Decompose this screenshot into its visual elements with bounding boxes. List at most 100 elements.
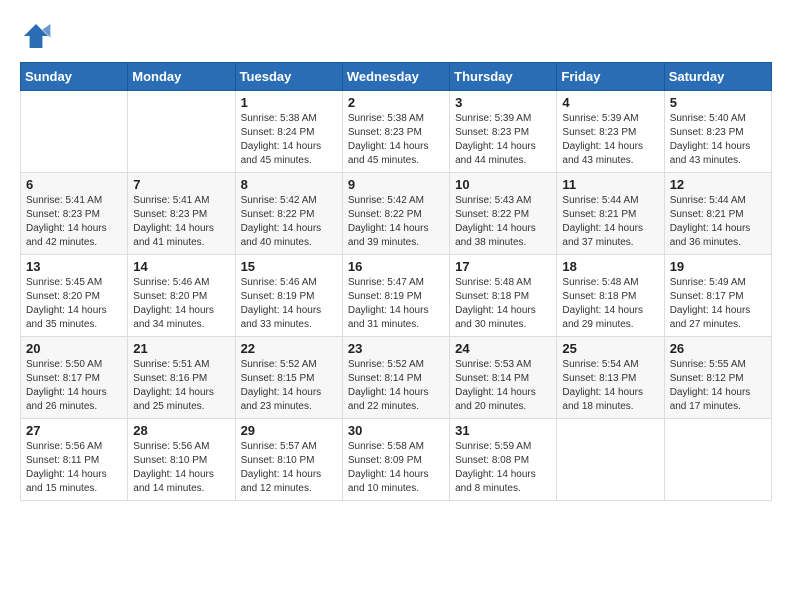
day-info: Sunrise: 5:44 AMSunset: 8:21 PMDaylight:…	[562, 194, 658, 250]
calendar-cell: 26Sunrise: 5:55 AMSunset: 8:12 PMDayligh…	[664, 337, 771, 419]
day-number: 30	[348, 423, 444, 438]
day-number: 17	[455, 259, 551, 274]
day-info: Sunrise: 5:40 AMSunset: 8:23 PMDaylight:…	[670, 112, 766, 168]
calendar-cell: 7Sunrise: 5:41 AMSunset: 8:23 PMDaylight…	[128, 173, 235, 255]
day-header-sunday: Sunday	[21, 63, 128, 91]
day-header-wednesday: Wednesday	[342, 63, 449, 91]
calendar-cell: 30 Sunrise: 5:58 AMSunset: 8:09 PMDayligh…	[342, 419, 449, 501]
calendar-cell: 8 Sunrise: 5:42 AMSunset: 8:22 PMDaylight…	[235, 173, 342, 255]
day-info: Sunrise: 5:42 AMSunset: 8:22 PMDaylight:…	[348, 194, 444, 250]
day-info: Sunrise: 5:41 AMSunset: 8:23 PMDaylight:…	[26, 194, 122, 250]
day-info: Sunrise: 5:47 AMSunset: 8:19 PMDaylight:…	[348, 276, 444, 332]
calendar-cell: 17Sunrise: 5:48 AMSunset: 8:18 PMDayligh…	[450, 255, 557, 337]
calendar-cell: 5 Sunrise: 5:40 AMSunset: 8:23 PMDaylight…	[664, 91, 771, 173]
logo	[20, 20, 56, 52]
day-number: 5	[670, 95, 766, 110]
calendar-cell	[664, 419, 771, 501]
calendar-cell: 19Sunrise: 5:49 AMSunset: 8:17 PMDayligh…	[664, 255, 771, 337]
day-info: Sunrise: 5:57 AMSunset: 8:10 PMDaylight:…	[241, 440, 337, 496]
calendar-cell: 14 Sunrise: 5:46 AMSunset: 8:20 PMDayligh…	[128, 255, 235, 337]
day-info: Sunrise: 5:45 AMSunset: 8:20 PMDaylight:…	[26, 276, 122, 332]
calendar-cell: 15 Sunrise: 5:46 AMSunset: 8:19 PMDayligh…	[235, 255, 342, 337]
day-number: 25	[562, 341, 658, 356]
day-header-thursday: Thursday	[450, 63, 557, 91]
calendar-week-row: 20Sunrise: 5:50 AMSunset: 8:17 PMDayligh…	[21, 337, 772, 419]
page-header	[20, 20, 772, 52]
day-info: Sunrise: 5:52 AMSunset: 8:15 PMDaylight:…	[241, 358, 337, 414]
day-number: 1	[241, 95, 337, 110]
day-number: 10	[455, 177, 551, 192]
day-info: Sunrise: 5:46 AMSunset: 8:20 PMDaylight:…	[133, 276, 229, 332]
day-info: Sunrise: 5:39 AMSunset: 8:23 PMDaylight:…	[562, 112, 658, 168]
day-header-friday: Friday	[557, 63, 664, 91]
calendar-cell	[128, 91, 235, 173]
day-number: 20	[26, 341, 122, 356]
calendar-cell	[557, 419, 664, 501]
calendar-cell: 9 Sunrise: 5:42 AMSunset: 8:22 PMDaylight…	[342, 173, 449, 255]
day-number: 29	[241, 423, 337, 438]
calendar-cell: 2 Sunrise: 5:38 AMSunset: 8:23 PMDaylight…	[342, 91, 449, 173]
day-info: Sunrise: 5:41 AMSunset: 8:23 PMDaylight:…	[133, 194, 229, 250]
day-number: 12	[670, 177, 766, 192]
calendar-cell: 13Sunrise: 5:45 AMSunset: 8:20 PMDayligh…	[21, 255, 128, 337]
calendar-week-row: 6 Sunrise: 5:41 AMSunset: 8:23 PMDaylight…	[21, 173, 772, 255]
calendar-cell: 28Sunrise: 5:56 AMSunset: 8:10 PMDayligh…	[128, 419, 235, 501]
day-number: 22	[241, 341, 337, 356]
day-info: Sunrise: 5:51 AMSunset: 8:16 PMDaylight:…	[133, 358, 229, 414]
calendar-cell: 23Sunrise: 5:52 AMSunset: 8:14 PMDayligh…	[342, 337, 449, 419]
calendar-cell: 16 Sunrise: 5:47 AMSunset: 8:19 PMDayligh…	[342, 255, 449, 337]
calendar-cell: 21 Sunrise: 5:51 AMSunset: 8:16 PMDayligh…	[128, 337, 235, 419]
day-number: 21	[133, 341, 229, 356]
day-info: Sunrise: 5:38 AMSunset: 8:24 PMDaylight:…	[241, 112, 337, 168]
day-info: Sunrise: 5:53 AMSunset: 8:14 PMDaylight:…	[455, 358, 551, 414]
day-number: 4	[562, 95, 658, 110]
calendar-table: SundayMondayTuesdayWednesdayThursdayFrid…	[20, 62, 772, 501]
day-number: 19	[670, 259, 766, 274]
day-number: 2	[348, 95, 444, 110]
day-info: Sunrise: 5:56 AMSunset: 8:11 PMDaylight:…	[26, 440, 122, 496]
day-header-saturday: Saturday	[664, 63, 771, 91]
day-number: 23	[348, 341, 444, 356]
day-info: Sunrise: 5:56 AMSunset: 8:10 PMDaylight:…	[133, 440, 229, 496]
day-info: Sunrise: 5:54 AMSunset: 8:13 PMDaylight:…	[562, 358, 658, 414]
day-info: Sunrise: 5:42 AMSunset: 8:22 PMDaylight:…	[241, 194, 337, 250]
calendar-cell: 25 Sunrise: 5:54 AMSunset: 8:13 PMDayligh…	[557, 337, 664, 419]
calendar-cell: 27 Sunrise: 5:56 AMSunset: 8:11 PMDayligh…	[21, 419, 128, 501]
calendar-week-row: 27 Sunrise: 5:56 AMSunset: 8:11 PMDayligh…	[21, 419, 772, 501]
calendar-cell: 4 Sunrise: 5:39 AMSunset: 8:23 PMDaylight…	[557, 91, 664, 173]
day-header-tuesday: Tuesday	[235, 63, 342, 91]
day-info: Sunrise: 5:58 AMSunset: 8:09 PMDaylight:…	[348, 440, 444, 496]
day-number: 8	[241, 177, 337, 192]
day-number: 16	[348, 259, 444, 274]
day-number: 6	[26, 177, 122, 192]
calendar-cell	[21, 91, 128, 173]
day-number: 3	[455, 95, 551, 110]
day-info: Sunrise: 5:39 AMSunset: 8:23 PMDaylight:…	[455, 112, 551, 168]
calendar-cell: 31Sunrise: 5:59 AMSunset: 8:08 PMDayligh…	[450, 419, 557, 501]
calendar-cell: 11 Sunrise: 5:44 AMSunset: 8:21 PMDayligh…	[557, 173, 664, 255]
day-info: Sunrise: 5:59 AMSunset: 8:08 PMDaylight:…	[455, 440, 551, 496]
logo-icon	[20, 20, 52, 52]
calendar-week-row: 13Sunrise: 5:45 AMSunset: 8:20 PMDayligh…	[21, 255, 772, 337]
calendar-cell: 22 Sunrise: 5:52 AMSunset: 8:15 PMDayligh…	[235, 337, 342, 419]
calendar-cell: 24Sunrise: 5:53 AMSunset: 8:14 PMDayligh…	[450, 337, 557, 419]
calendar-cell: 29 Sunrise: 5:57 AMSunset: 8:10 PMDayligh…	[235, 419, 342, 501]
calendar-cell: 1 Sunrise: 5:38 AMSunset: 8:24 PMDaylight…	[235, 91, 342, 173]
day-header-monday: Monday	[128, 63, 235, 91]
day-number: 15	[241, 259, 337, 274]
day-info: Sunrise: 5:46 AMSunset: 8:19 PMDaylight:…	[241, 276, 337, 332]
calendar-week-row: 1 Sunrise: 5:38 AMSunset: 8:24 PMDaylight…	[21, 91, 772, 173]
calendar-cell: 18 Sunrise: 5:48 AMSunset: 8:18 PMDayligh…	[557, 255, 664, 337]
calendar-cell: 12 Sunrise: 5:44 AMSunset: 8:21 PMDayligh…	[664, 173, 771, 255]
day-number: 9	[348, 177, 444, 192]
day-info: Sunrise: 5:48 AMSunset: 8:18 PMDaylight:…	[562, 276, 658, 332]
day-info: Sunrise: 5:43 AMSunset: 8:22 PMDaylight:…	[455, 194, 551, 250]
calendar-cell: 6 Sunrise: 5:41 AMSunset: 8:23 PMDaylight…	[21, 173, 128, 255]
day-number: 14	[133, 259, 229, 274]
calendar-cell: 10 Sunrise: 5:43 AMSunset: 8:22 PMDayligh…	[450, 173, 557, 255]
day-number: 27	[26, 423, 122, 438]
day-number: 11	[562, 177, 658, 192]
day-info: Sunrise: 5:44 AMSunset: 8:21 PMDaylight:…	[670, 194, 766, 250]
day-number: 18	[562, 259, 658, 274]
day-info: Sunrise: 5:38 AMSunset: 8:23 PMDaylight:…	[348, 112, 444, 168]
